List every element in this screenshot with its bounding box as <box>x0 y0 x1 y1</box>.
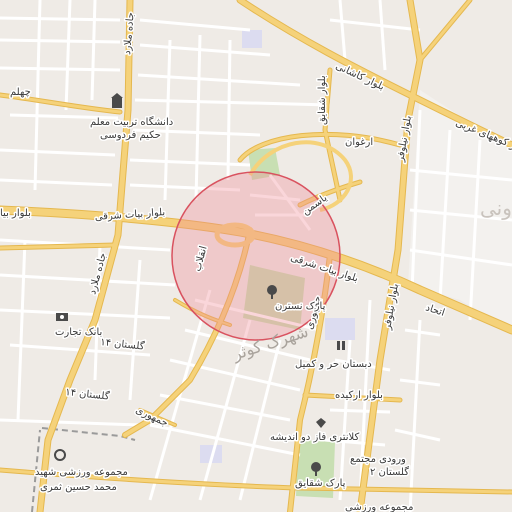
road-label-arghavan: ارغوان <box>345 137 373 148</box>
bank-icon[interactable] <box>56 313 68 321</box>
road-label-chehelm: چهلم <box>10 87 31 98</box>
map-canvas[interactable]: شهرک کوثر ونی جاده ملارد جاده ملارد بلوا… <box>0 0 512 512</box>
area-label-partial: ونی <box>480 196 512 220</box>
school-block <box>325 318 355 340</box>
poi-label-sport-2: محمد حسین ثمری <box>40 482 117 493</box>
map-view[interactable]: شهرک کوثر ونی جاده ملارد جاده ملارد بلوا… <box>0 0 512 512</box>
poi-label-sport-1: مجموعه ورزشی شهید <box>35 467 128 478</box>
poi-label-complex-2: گلستان ۲ <box>370 466 409 478</box>
poi-label-complex-1: ورودی مجتمع <box>350 454 406 465</box>
poi-label-park-shaghayegh: پارک شقایق <box>295 478 346 489</box>
poi-label-bottom-partial: مجموعه ورزشی <box>345 502 413 512</box>
road-label-bolvar-bayat-edge: بلوار بیا <box>0 208 31 219</box>
poi-label-park-nastaran: پارک نسترن <box>275 301 326 312</box>
road-label-bolvar-shaghayegh: بلوار شقایق <box>317 75 328 125</box>
poi-label-university-1: دانشگاه تربیت معلم <box>90 116 173 128</box>
road-label-bolvar-arkideh: بلوار ارکیده <box>335 390 383 401</box>
poi-label-bank-tejarat: بانک تجارت <box>55 327 102 338</box>
building-block <box>242 30 262 48</box>
poi-label-university-2: حکیم فردوسی <box>100 130 161 141</box>
poi-label-klantari: کلانتری فاز دو اندیشه <box>270 432 359 443</box>
poi-label-school: دبستان حر و کمیل <box>295 359 372 370</box>
